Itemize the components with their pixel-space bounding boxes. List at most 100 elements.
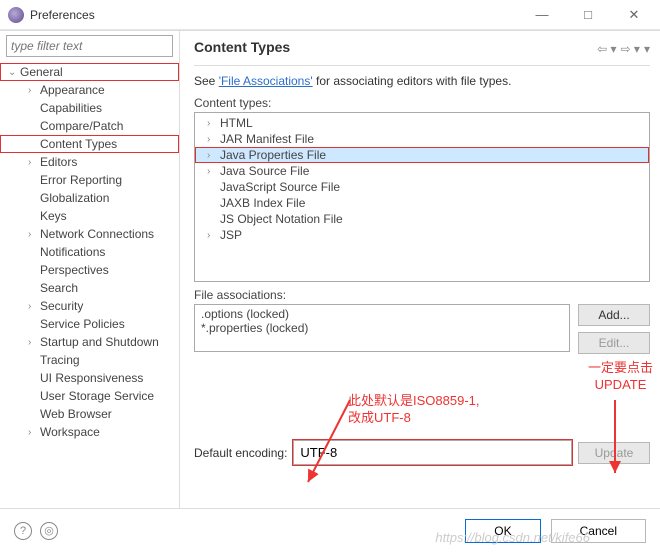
sidebar-item-tracing[interactable]: Tracing [0,351,179,369]
chevron-icon: › [28,229,38,240]
desc-suffix: for associating editors with file types. [313,74,512,88]
tree-item-label: Notifications [40,245,105,259]
menu-icon[interactable]: ▾ [644,42,650,56]
sidebar-item-web-browser[interactable]: Web Browser [0,405,179,423]
window-controls: — □ ✕ [528,7,648,23]
sidebar-item-error-reporting[interactable]: Error Reporting [0,171,179,189]
association-item[interactable]: *.properties (locked) [201,321,563,335]
content-types-label: Content types: [194,96,650,110]
content-type-jaxb-index-file[interactable]: JAXB Index File [195,195,649,211]
chevron-icon: › [207,134,217,145]
chevron-icon: › [207,166,217,177]
titlebar: Preferences — □ ✕ [0,0,660,30]
filter-input[interactable] [6,35,173,57]
back-icon[interactable]: ⇦ ▾ [597,42,616,56]
content-type-label: Java Properties File [220,148,326,162]
content-type-jsp[interactable]: ›JSP [195,227,649,243]
tree-item-label: Globalization [40,191,109,205]
assoc-buttons: Add... Edit... [578,304,650,354]
record-icon[interactable]: ◎ [40,522,58,540]
sidebar-item-workspace[interactable]: ›Workspace [0,423,179,441]
app-icon [8,7,24,23]
sidebar-item-search[interactable]: Search [0,279,179,297]
content-type-java-source-file[interactable]: ›Java Source File [195,163,649,179]
file-associations-list[interactable]: .options (locked)*.properties (locked) [194,304,570,352]
associations-row: .options (locked)*.properties (locked) A… [194,304,650,354]
chevron-icon: › [207,118,217,129]
content-type-label: HTML [220,116,253,130]
content-type-javascript-source-file[interactable]: JavaScript Source File [195,179,649,195]
sidebar-item-general[interactable]: ⌄General [0,63,179,81]
tree-item-label: Search [40,281,78,295]
forward-icon[interactable]: ⇨ ▾ [621,42,640,56]
watermark: https://blog.csdn.net/kife66 [435,530,590,545]
minimize-button[interactable]: — [528,7,556,23]
sidebar-item-perspectives[interactable]: Perspectives [0,261,179,279]
tree-item-label: Startup and Shutdown [40,335,159,349]
window-title: Preferences [30,8,528,22]
sidebar-item-capabilities[interactable]: Capabilities [0,99,179,117]
sidebar-item-security[interactable]: ›Security [0,297,179,315]
help-icons: ? ◎ [14,522,58,540]
content-type-java-properties-file[interactable]: ›Java Properties File [195,147,649,163]
sidebar-item-service-policies[interactable]: Service Policies [0,315,179,333]
chevron-icon: › [28,85,38,96]
sidebar-item-keys[interactable]: Keys [0,207,179,225]
tree-item-label: Service Policies [40,317,125,331]
maximize-button[interactable]: □ [574,7,602,23]
chevron-icon: › [207,230,217,241]
sidebar-item-startup-and-shutdown[interactable]: ›Startup and Shutdown [0,333,179,351]
sidebar: ⌄General›AppearanceCapabilitiesCompare/P… [0,31,180,508]
nav-arrows: ⇦ ▾ ⇨ ▾ ▾ [597,42,650,56]
sidebar-item-user-storage-service[interactable]: User Storage Service [0,387,179,405]
tree-item-label: Appearance [40,83,105,97]
sidebar-item-appearance[interactable]: ›Appearance [0,81,179,99]
tree-item-label: Workspace [40,425,100,439]
help-icon[interactable]: ? [14,522,32,540]
page-title: Content Types [194,39,290,55]
association-item[interactable]: .options (locked) [201,307,563,321]
file-associations-label: File associations: [194,288,650,302]
tree-item-label: Keys [40,209,67,223]
content-panel: Content Types ⇦ ▾ ⇨ ▾ ▾ See 'File Associ… [180,31,660,508]
sidebar-item-network-connections[interactable]: ›Network Connections [0,225,179,243]
tree-item-label: Content Types [40,137,117,151]
encoding-row: Default encoding: Update [194,440,650,465]
tree-item-label: Web Browser [40,407,112,421]
description: See 'File Associations' for associating … [194,74,650,88]
sidebar-item-content-types[interactable]: Content Types [0,135,179,153]
tree-item-label: Tracing [40,353,80,367]
encoding-label: Default encoding: [194,446,287,460]
content-type-html[interactable]: ›HTML [195,115,649,131]
tree-item-label: Capabilities [40,101,102,115]
update-button[interactable]: Update [578,442,650,464]
chevron-icon: › [28,157,38,168]
sidebar-item-notifications[interactable]: Notifications [0,243,179,261]
content-types-list[interactable]: ›HTML›JAR Manifest File›Java Properties … [194,112,650,282]
chevron-icon: › [28,337,38,348]
tree-item-label: Security [40,299,83,313]
sidebar-item-ui-responsiveness[interactable]: UI Responsiveness [0,369,179,387]
content-header: Content Types ⇦ ▾ ⇨ ▾ ▾ [194,37,650,66]
main-area: ⌄General›AppearanceCapabilitiesCompare/P… [0,30,660,508]
encoding-input[interactable] [293,440,572,465]
close-button[interactable]: ✕ [620,7,648,23]
content-type-label: JavaScript Source File [220,180,340,194]
content-type-label: JSP [220,228,242,242]
tree-item-label: Error Reporting [40,173,122,187]
content-type-js-object-notation-file[interactable]: JS Object Notation File [195,211,649,227]
sidebar-item-globalization[interactable]: Globalization [0,189,179,207]
content-type-label: JAXB Index File [220,196,305,210]
content-type-label: JAR Manifest File [220,132,314,146]
add-button[interactable]: Add... [578,304,650,326]
content-type-jar-manifest-file[interactable]: ›JAR Manifest File [195,131,649,147]
sidebar-item-compare-patch[interactable]: Compare/Patch [0,117,179,135]
sidebar-item-editors[interactable]: ›Editors [0,153,179,171]
file-associations-link[interactable]: 'File Associations' [219,74,313,88]
tree-item-label: User Storage Service [40,389,154,403]
chevron-icon: › [28,427,38,438]
preferences-tree[interactable]: ⌄General›AppearanceCapabilitiesCompare/P… [0,61,179,508]
edit-button: Edit... [578,332,650,354]
chevron-icon: ⌄ [8,67,18,78]
content-type-label: JS Object Notation File [220,212,343,226]
